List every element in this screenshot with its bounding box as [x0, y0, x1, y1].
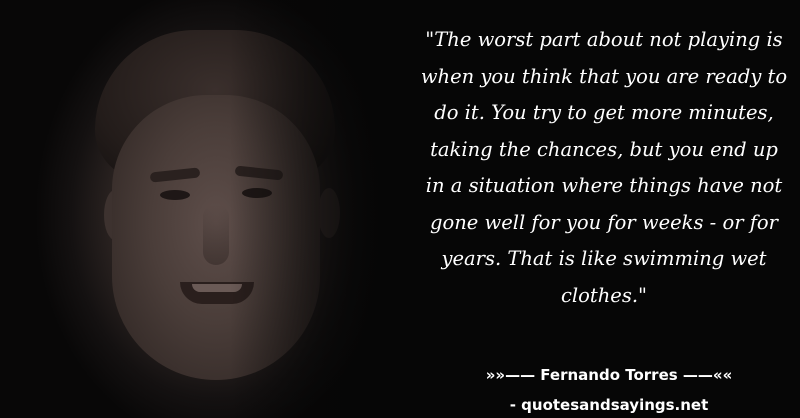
quote-card: "The worst part about not playing is whe…	[0, 0, 800, 418]
source-line: - quotesandsayings.net	[509, 396, 709, 414]
author-line: »»—— Fernando Torres ——««	[485, 366, 733, 384]
quote-text: "The worst part about not playing is whe…	[420, 28, 788, 307]
